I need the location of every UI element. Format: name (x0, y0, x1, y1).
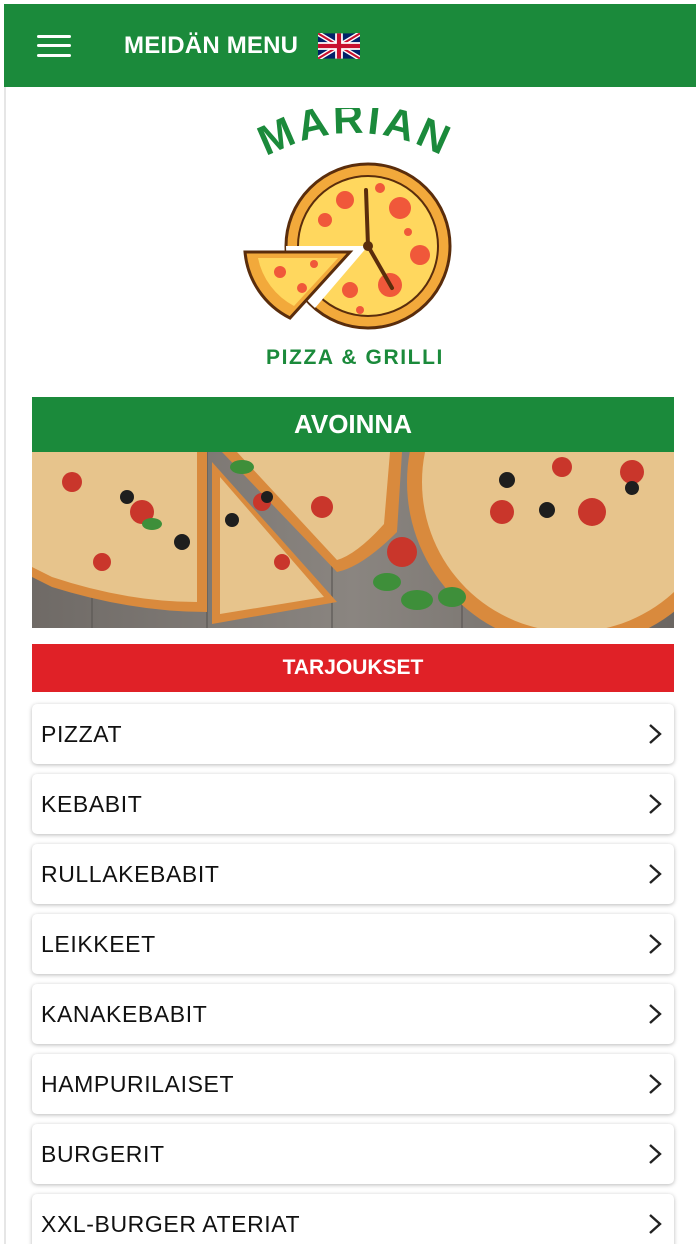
category-label: KANAKEBABIT (41, 1000, 208, 1027)
uk-flag-icon[interactable] (318, 32, 361, 59)
logo-tagline: PIZZA & GRILLI (266, 346, 444, 369)
category-list: PIZZAT KEBABIT RULLAKEBABIT LEIKKEET KAN… (32, 704, 674, 1244)
chevron-right-icon (649, 1214, 662, 1234)
category-item-xxl-burger-ateriat[interactable]: XXL-BURGER ATERIAT (32, 1194, 674, 1244)
chevron-right-icon (649, 794, 662, 814)
category-label: BURGERIT (41, 1140, 165, 1167)
chevron-right-icon (649, 1004, 662, 1024)
offers-button[interactable]: TARJOUKSET (32, 644, 674, 692)
logo-wordmark: MARIAN (251, 108, 460, 165)
svg-text:MARIAN: MARIAN (251, 108, 460, 165)
category-label: PIZZAT (41, 720, 123, 747)
category-item-burgerit[interactable]: BURGERIT (32, 1124, 674, 1184)
chevron-right-icon (649, 864, 662, 884)
chevron-right-icon (649, 1074, 662, 1094)
category-label: HAMPURILAISET (41, 1070, 235, 1097)
chevron-right-icon (649, 1144, 662, 1164)
chevron-right-icon (649, 724, 662, 744)
category-label: KEBABIT (41, 790, 143, 817)
page-title: MEIDÄN MENU (124, 31, 299, 59)
category-item-kebabit[interactable]: KEBABIT (32, 774, 674, 834)
category-label: XXL-BURGER ATERIAT (41, 1210, 301, 1237)
category-item-kanakebabit[interactable]: KANAKEBABIT (32, 984, 674, 1044)
pizza-clock-icon (243, 162, 452, 330)
category-label: LEIKKEET (41, 930, 156, 957)
category-label: RULLAKEBABIT (41, 860, 220, 887)
hero-pizza-image (32, 452, 674, 628)
category-item-hampurilaiset[interactable]: HAMPURILAISET (32, 1054, 674, 1114)
restaurant-logo: MARIAN PIZZA & GRILLI (235, 108, 475, 383)
app-bar: MEIDÄN MENU (4, 4, 696, 87)
page-edge (4, 87, 6, 1244)
category-item-rullakebabit[interactable]: RULLAKEBABIT (32, 844, 674, 904)
category-item-leikkeet[interactable]: LEIKKEET (32, 914, 674, 974)
logo-wordmark-text: MARIAN (251, 108, 457, 165)
open-status-banner: AVOINNA (32, 397, 674, 452)
category-item-pizzat[interactable]: PIZZAT (32, 704, 674, 764)
hamburger-icon[interactable] (37, 34, 71, 57)
chevron-right-icon (649, 934, 662, 954)
